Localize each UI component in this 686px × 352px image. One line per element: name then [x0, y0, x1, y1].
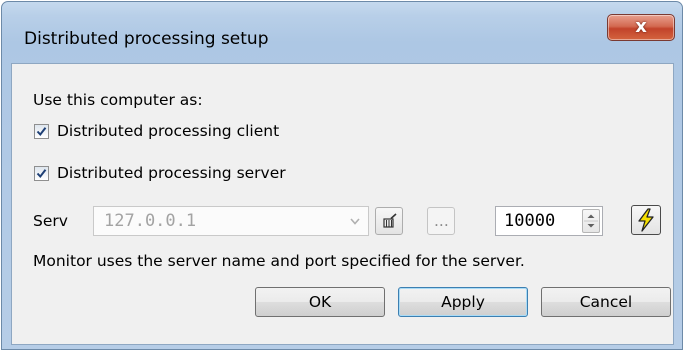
dialog-body: Use this computer as: Distributed proces… [11, 63, 674, 345]
server-checkbox-label[interactable]: Distributed processing server [57, 164, 286, 182]
port-value: 10000 [504, 211, 556, 231]
use-as-label: Use this computer as: [33, 91, 203, 109]
clear-button[interactable] [375, 207, 403, 235]
server-label: Serv [33, 212, 68, 230]
close-icon: x [635, 16, 647, 37]
lightning-icon [638, 208, 654, 232]
checkmark-icon [36, 169, 47, 179]
ok-button[interactable]: OK [255, 287, 385, 317]
window-title: Distributed processing setup [24, 29, 269, 49]
browse-button-label: ... [434, 212, 449, 230]
close-button[interactable]: x [607, 14, 675, 41]
connect-button[interactable] [631, 205, 661, 235]
browse-button[interactable]: ... [427, 207, 455, 235]
broom-icon [383, 213, 397, 228]
info-text: Monitor uses the server name and port sp… [33, 252, 525, 270]
client-checkbox-label[interactable]: Distributed processing client [57, 122, 279, 140]
apply-button[interactable]: Apply [398, 287, 528, 317]
cancel-button[interactable]: Cancel [541, 287, 671, 317]
client-checkbox[interactable] [34, 124, 49, 139]
chevron-down-icon[interactable] [350, 218, 360, 225]
server-address-combo[interactable]: 127.0.0.1 [93, 206, 369, 236]
dialog-window: Distributed processing setup x Use this … [1, 1, 683, 350]
server-checkbox[interactable] [34, 166, 49, 181]
checkmark-icon [36, 127, 47, 137]
port-stepper[interactable]: 10000 [495, 206, 603, 236]
port-spin-buttons[interactable] [582, 209, 600, 233]
server-address-value: 127.0.0.1 [104, 211, 197, 231]
spin-arrows-icon[interactable] [583, 210, 599, 232]
